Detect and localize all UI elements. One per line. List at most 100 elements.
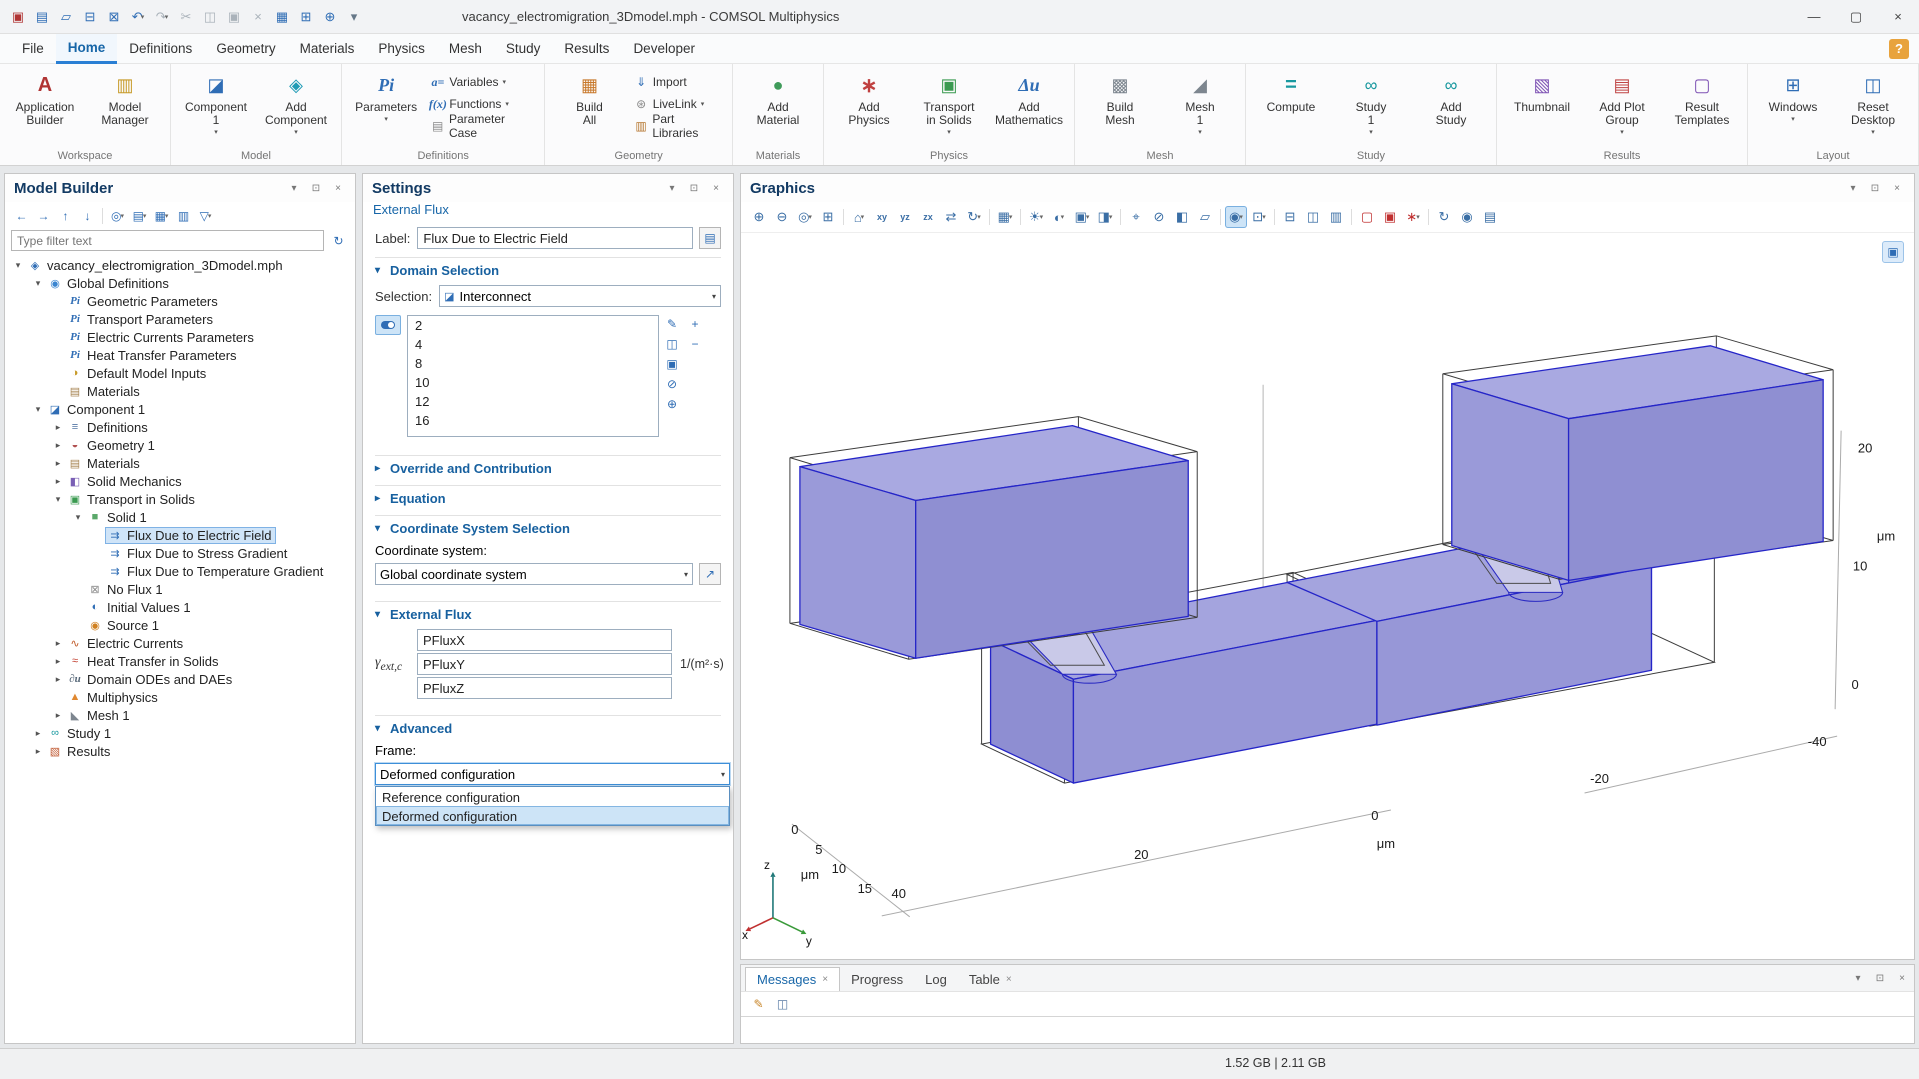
reset-hidden-button[interactable]: ↻ [1433,206,1455,228]
hide-selected-button[interactable]: ⊘ [1148,206,1170,228]
go-to-zx-view-button[interactable]: zx [917,206,939,228]
minimize-button[interactable]: — [1793,0,1835,34]
close-panel[interactable]: × [1889,180,1905,196]
close-button[interactable]: × [1877,0,1919,34]
chevron-right-icon[interactable]: ▸ [51,458,65,469]
ribbon-thumbnail-button[interactable]: ▧Thumbnail [1503,68,1581,144]
tree-node-mesh-1[interactable]: ▸◣Mesh 1 [5,706,355,724]
dropdown-option-reference-configuration[interactable]: Reference configuration [376,787,729,806]
open-file-button[interactable]: ▱ [54,5,78,29]
ribbon-parameters-button[interactable]: PiParameters▾ [348,68,424,144]
dropdown-option-deformed-configuration[interactable]: Deformed configuration [376,806,729,825]
ribbon-part-libraries-button[interactable]: ▥Part Libraries [630,116,726,136]
panel-menu-caret[interactable]: ▾ [1850,970,1866,986]
menu-item-physics[interactable]: Physics [366,34,437,64]
transparency-button[interactable]: ◧ [1171,206,1193,228]
environment-reflections-button[interactable]: ◐▾ [1048,206,1070,228]
delete-button[interactable]: × [246,5,270,29]
chevron-right-icon[interactable]: ▸ [31,728,45,739]
ribbon-study-1-button[interactable]: ∞Study1▾ [1332,68,1410,144]
chevron-right-icon[interactable]: ▸ [51,422,65,433]
ribbon-functions-button[interactable]: f(x)Functions▾ [426,94,538,114]
move-up-button[interactable]: ↑ [55,205,76,226]
go-to-source-button[interactable]: ↗ [699,563,721,585]
chevron-down-icon[interactable]: ▾ [11,260,25,271]
color-theme-button[interactable]: ▣▾ [1071,206,1093,228]
tree-node-vacancy-electromigration-3dmodel-mph[interactable]: ▾◈vacancy_electromigration_3Dmodel.mph [5,256,355,274]
tree-node-flux-due-to-temperature-gradient[interactable]: ⇉Flux Due to Temperature Gradient [5,562,355,580]
menu-item-geometry[interactable]: Geometry [204,34,287,64]
tree-node-source-1[interactable]: ◉Source 1 [5,616,355,634]
label-options-button[interactable]: ▤ [699,227,721,249]
close-icon[interactable]: × [822,974,828,985]
ribbon-import-button[interactable]: ⇓Import [630,72,726,92]
select-entities-button[interactable]: ⌖ [1125,206,1147,228]
tab-progress[interactable]: Progress [840,967,914,991]
selection-list-item[interactable]: 2 [408,316,658,335]
ribbon-add-study-button[interactable]: ∞AddStudy [1412,68,1490,144]
paste-button[interactable]: ▣ [222,5,246,29]
panel-menu-caret[interactable]: ▾ [286,180,302,196]
ribbon-result-templates-button[interactable]: ▢ResultTemplates [1663,68,1741,144]
ribbon-add-mathematics-button[interactable]: ΔuAddMathematics [990,68,1068,144]
new-file-button[interactable]: ▤ [30,5,54,29]
wireframe-rendering-button[interactable]: ▱ [1194,206,1216,228]
ribbon-compute-button[interactable]: =Compute [1252,68,1330,144]
menu-item-mesh[interactable]: Mesh [437,34,494,64]
flux-field-pfluxy[interactable] [417,653,672,675]
image-effects-button[interactable]: ◨▾ [1094,206,1116,228]
selection-list-item[interactable]: 10 [408,373,658,392]
zoom-extents-button[interactable]: ⊕ [318,5,342,29]
snapshot-button[interactable]: ◉ [1456,206,1478,228]
tree-node-materials[interactable]: ▤Materials [5,382,355,400]
chevron-right-icon[interactable]: ▸ [51,476,65,487]
selection-list-item[interactable]: 4 [408,335,658,354]
tree-node-heat-transfer-in-solids[interactable]: ▸≈Heat Transfer in Solids [5,652,355,670]
tree-node-default-model-inputs[interactable]: ◑Default Model Inputs [5,364,355,382]
forward-button[interactable]: → [33,205,54,226]
model-tree-node-text-button[interactable]: ▤▾ [129,205,150,226]
ribbon-windows-button[interactable]: ⊞Windows▾ [1754,68,1832,144]
tab-log[interactable]: Log [914,967,958,991]
section-header-override[interactable]: ▸ Override and Contribution [375,461,721,476]
ribbon-component-1-button[interactable]: ◪Component1▾ [177,68,255,144]
ribbon-livelink-button[interactable]: ⊛LiveLink▾ [630,94,726,114]
create-selection-button[interactable]: ✎ [662,315,682,333]
save-button[interactable]: ⊟ [78,5,102,29]
panel-menu-caret[interactable]: ▾ [1845,180,1861,196]
tree-node-transport-in-solids[interactable]: ▾▣Transport in Solids [5,490,355,508]
selection-list-item[interactable]: 8 [408,354,658,373]
float-panel[interactable]: ⊡ [1867,180,1883,196]
scene-window-button[interactable]: ⊡▾ [1248,206,1270,228]
selection-list-item[interactable]: 12 [408,392,658,411]
zoom-extents-button[interactable]: ⊞ [817,206,839,228]
clear-messages-button[interactable]: ✎ [748,994,769,1015]
refresh-filter-icon[interactable]: ↻ [328,230,349,251]
zoom-out-button[interactable]: ⊖ [771,206,793,228]
selection-combobox[interactable]: ◪ Interconnect ▾ [439,285,721,307]
tree-node-results[interactable]: ▸▧Results [5,742,355,760]
menu-item-definitions[interactable]: Definitions [117,34,204,64]
select-box-button[interactable]: ▢ [1356,206,1378,228]
close-panel[interactable]: × [708,180,724,196]
save-as-button[interactable]: ⊠ [102,5,126,29]
help-icon[interactable]: ? [1889,39,1909,59]
synchronize-views-button[interactable]: ▥ [1325,206,1347,228]
chevron-right-icon[interactable]: ▸ [31,746,45,757]
undo-button[interactable]: ↶▾ [126,5,150,29]
close-icon[interactable]: × [1006,974,1012,985]
zoom-to-selection-button[interactable]: ◎▾ [794,206,816,228]
tab-messages[interactable]: Messages× [745,967,840,991]
chevron-right-icon[interactable]: ▸ [51,710,65,721]
ribbon-variables-button[interactable]: a=Variables▾ [426,72,538,92]
tree-node-electric-currents[interactable]: ▸∿Electric Currents [5,634,355,652]
float-panel[interactable]: ⊡ [1872,970,1888,986]
ribbon-model-manager-button[interactable]: ▥ModelManager [86,68,164,144]
tree-node-flux-due-to-stress-gradient[interactable]: ⇉Flux Due to Stress Gradient [5,544,355,562]
deselect-box-button[interactable]: ▣ [1379,206,1401,228]
tree-node-domain-odes-and-daes[interactable]: ▸∂uDomain ODEs and DAEs [5,670,355,688]
selection-list-item[interactable]: 16 [408,411,658,430]
chevron-down-icon[interactable]: ▾ [31,278,45,289]
float-panel[interactable]: ⊡ [308,180,324,196]
chevron-right-icon[interactable]: ▸ [51,440,65,451]
